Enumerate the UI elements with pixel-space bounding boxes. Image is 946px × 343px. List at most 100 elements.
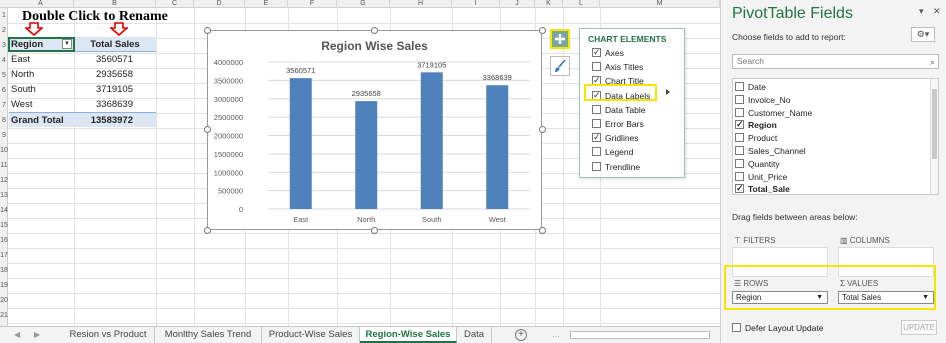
field-item[interactable]: Product	[735, 132, 777, 145]
field-list-scrollbar[interactable]	[930, 79, 938, 194]
checkbox[interactable]	[735, 158, 744, 168]
checkbox[interactable]	[735, 82, 744, 91]
pivot-row-label[interactable]: East	[9, 52, 74, 67]
row-header[interactable]: 19	[0, 282, 8, 289]
field-item[interactable]: Customer_Name	[735, 107, 812, 120]
checkbox[interactable]	[592, 161, 601, 171]
worksheet[interactable]: ABCDEFGHIJKLM 1 2 3 4 5 6 7 8 9 10 11 12 13 14 15 16 17 1…	[0, 0, 720, 326]
column-header[interactable]: K	[535, 0, 563, 8]
pivot-row-value[interactable]: 3368639	[74, 97, 156, 112]
column-header[interactable]: D	[194, 0, 245, 8]
sheet-tab[interactable]: Resion vs Product	[62, 327, 155, 343]
checkbox[interactable]	[735, 182, 744, 194]
row-header[interactable]: 4	[0, 57, 8, 64]
row-header[interactable]: 17	[0, 252, 8, 259]
row-header[interactable]: 15	[0, 222, 8, 229]
pivot-grand-total-label[interactable]: Grand Total	[9, 112, 74, 127]
row-header[interactable]: 2	[0, 27, 8, 34]
row-header[interactable]: 13	[0, 192, 8, 199]
column-header[interactable]: J	[500, 0, 535, 8]
pane-options-icon[interactable]: ▾	[919, 6, 924, 17]
prev-sheet-icon[interactable]: ◀	[14, 330, 20, 339]
row-header[interactable]: 9	[0, 132, 8, 139]
new-sheet-button[interactable]: +	[515, 329, 527, 341]
column-header[interactable]: G	[337, 0, 390, 8]
field-item[interactable]: Sales_Channel	[735, 145, 806, 158]
checkbox[interactable]	[592, 46, 601, 58]
row-header[interactable]: 6	[0, 87, 8, 94]
row-header[interactable]: 12	[0, 177, 8, 184]
search-input[interactable]: Search ⌕	[732, 54, 939, 69]
pivot-header-total-sales[interactable]: Total Sales	[74, 37, 156, 52]
update-button[interactable]: UPDATE	[901, 320, 937, 335]
checkbox[interactable]	[735, 171, 744, 181]
chart-resize-handle[interactable]	[204, 227, 211, 234]
row-header[interactable]: 8	[0, 117, 8, 124]
checkbox[interactable]	[592, 147, 601, 157]
row-header[interactable]: 20	[0, 297, 8, 304]
chart-element-option[interactable]: Axis Titles	[592, 61, 643, 73]
more-tabs-icon[interactable]: …	[552, 330, 560, 339]
chart-element-option[interactable]: Gridlines	[592, 131, 639, 144]
next-sheet-icon[interactable]: ▶	[34, 330, 40, 339]
column-header[interactable]: I	[452, 0, 500, 8]
field-item[interactable]: Total_Sale	[735, 182, 790, 194]
chart-elements-button[interactable]	[550, 29, 570, 49]
submenu-arrow-icon[interactable]	[666, 89, 670, 95]
column-header[interactable]: E	[245, 0, 288, 8]
pivot-row-label[interactable]: North	[9, 67, 74, 82]
pivot-row-value[interactable]: 3719105	[74, 82, 156, 97]
row-header[interactable]: 3	[0, 42, 8, 49]
checkbox[interactable]	[735, 94, 744, 104]
checkbox[interactable]	[592, 119, 601, 128]
chart-styles-button[interactable]	[550, 56, 570, 76]
chart-element-option[interactable]: Data Table	[592, 104, 645, 116]
field-item[interactable]: Region	[735, 118, 777, 132]
chart-element-option[interactable]: Axes	[592, 46, 624, 59]
row-header[interactable]: 5	[0, 72, 8, 79]
chart-element-option[interactable]: Trendline	[592, 161, 640, 173]
chart-resize-handle[interactable]	[204, 27, 211, 34]
sheet-tab[interactable]: Monlthy Sales Trend	[155, 327, 262, 343]
pivot-grand-total-value[interactable]: 13583972	[74, 112, 156, 127]
chart-resize-handle[interactable]	[371, 227, 378, 234]
gear-icon[interactable]: ⚙▾	[911, 27, 935, 42]
checkbox[interactable]	[592, 62, 601, 72]
checkbox[interactable]	[592, 131, 601, 143]
row-header[interactable]: 14	[0, 207, 8, 214]
row-header[interactable]: 10	[0, 147, 8, 154]
chart-element-option[interactable]: Legend	[592, 146, 633, 158]
row-header[interactable]: 16	[0, 237, 8, 244]
checkbox[interactable]	[735, 107, 744, 117]
column-header[interactable]: F	[288, 0, 337, 8]
checkbox[interactable]	[735, 133, 744, 143]
column-header[interactable]: H	[390, 0, 452, 8]
chart-resize-handle[interactable]	[539, 126, 546, 133]
row-header[interactable]: 11	[0, 162, 8, 169]
checkbox[interactable]	[735, 146, 744, 155]
field-item[interactable]: Quantity	[735, 158, 780, 171]
sheet-tab[interactable]: Data	[457, 327, 492, 343]
column-header[interactable]: B	[74, 0, 156, 8]
row-header[interactable]: 21	[0, 312, 8, 319]
close-icon[interactable]: ✕	[933, 6, 941, 17]
checkbox[interactable]	[732, 323, 741, 332]
chart-element-option[interactable]: Error Bars	[592, 118, 644, 130]
column-header[interactable]: L	[563, 0, 600, 8]
row-header[interactable]: 1	[0, 12, 8, 19]
column-header[interactable]: A	[8, 0, 74, 8]
column-header[interactable]: M	[600, 0, 720, 8]
chart-resize-handle[interactable]	[204, 126, 211, 133]
sheet-tab[interactable]: Region-Wise Sales	[360, 327, 457, 343]
chart-resize-handle[interactable]	[539, 227, 546, 234]
row-header[interactable]: 18	[0, 267, 8, 274]
field-item[interactable]: Date	[735, 81, 766, 94]
sheet-tab[interactable]: Product-Wise Sales	[262, 327, 360, 343]
pivot-row-label[interactable]: West	[9, 97, 74, 112]
defer-layout-checkbox[interactable]: Defer Layout Update	[732, 323, 823, 333]
column-header[interactable]: C	[156, 0, 194, 8]
field-item[interactable]: Invoice_No	[735, 94, 791, 107]
checkbox[interactable]	[592, 104, 601, 114]
pivot-row-value[interactable]: 2935658	[74, 67, 156, 82]
checkbox[interactable]	[735, 118, 744, 131]
